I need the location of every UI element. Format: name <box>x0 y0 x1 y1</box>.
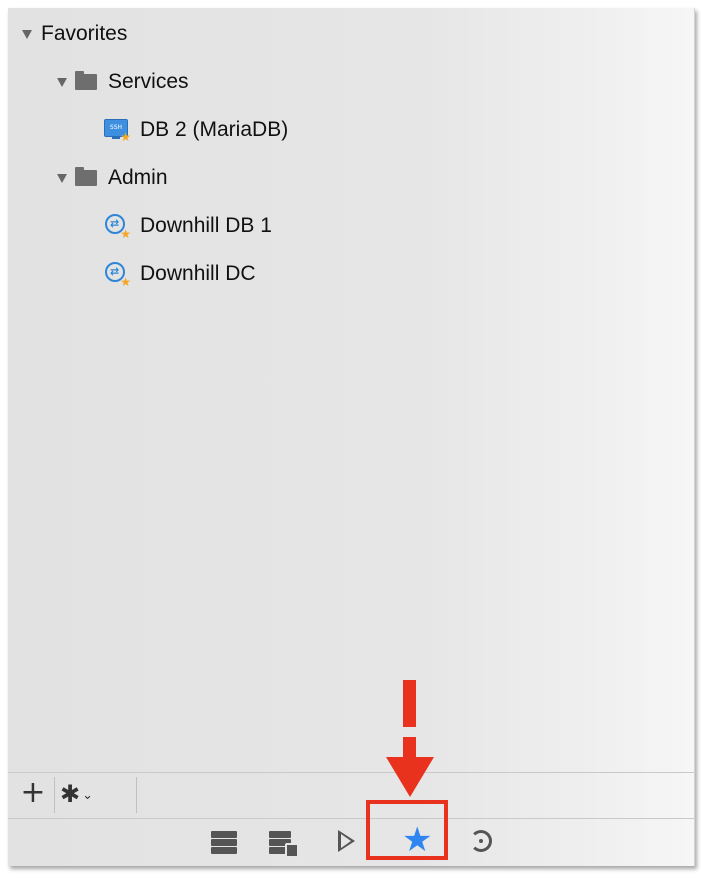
folder-icon <box>75 167 97 186</box>
tree-item-downhill-dc[interactable]: ⇄ ★ Downhill DC <box>104 254 256 294</box>
tree-node-label: Favorites <box>41 22 128 45</box>
annotation-arrow-head <box>386 757 434 797</box>
play-icon[interactable] <box>336 827 360 857</box>
ssh-favorite-icon: SSH ★ <box>104 118 131 143</box>
tree-node-admin[interactable]: Admin <box>57 158 168 198</box>
annotation-arrow <box>403 737 416 757</box>
recent-icon[interactable] <box>468 827 496 857</box>
add-button[interactable]: + <box>18 775 48 813</box>
disclosure-triangle-icon[interactable] <box>57 173 67 183</box>
sidebar-panel: Favorites Services SSH ★ DB 2 (MariaDB) … <box>8 8 695 866</box>
annotation-arrow <box>403 680 416 727</box>
tree-item-db2-mariadb[interactable]: SSH ★ DB 2 (MariaDB) <box>104 110 288 150</box>
tree-node-favorites[interactable]: Favorites <box>22 14 127 54</box>
annotation-highlight-box <box>366 800 448 860</box>
chevron-down-icon: ⌄ <box>82 787 94 803</box>
tree-node-label: Services <box>108 70 189 93</box>
open-icon[interactable] <box>211 827 239 857</box>
tree-item-downhill-db1[interactable]: ⇄ ★ Downhill DB 1 <box>104 206 272 246</box>
tree-node-label: Admin <box>108 166 168 189</box>
actions-menu-button[interactable]: ✱ ⌄ <box>60 775 124 813</box>
tree-item-label: DB 2 (MariaDB) <box>140 118 289 141</box>
bottom-toolbar: ★ <box>8 818 694 867</box>
gear-icon: ✱ <box>60 780 81 808</box>
rdp-favorite-icon: ⇄ ★ <box>104 261 131 288</box>
disclosure-triangle-icon[interactable] <box>57 77 67 87</box>
tree-node-services[interactable]: Services <box>57 62 189 102</box>
open-external-icon[interactable] <box>269 827 299 858</box>
sidebar-bottom-bar: + ✱ ⌄ <box>8 772 694 819</box>
divider <box>54 777 55 813</box>
rdp-favorite-icon: ⇄ ★ <box>104 213 131 240</box>
connection-tree: Favorites Services SSH ★ DB 2 (MariaDB) … <box>8 8 694 768</box>
divider <box>136 777 137 813</box>
tree-item-label: Downhill DC <box>140 262 256 285</box>
disclosure-triangle-icon[interactable] <box>22 29 32 39</box>
folder-icon <box>75 71 97 90</box>
tree-item-label: Downhill DB 1 <box>140 214 272 237</box>
